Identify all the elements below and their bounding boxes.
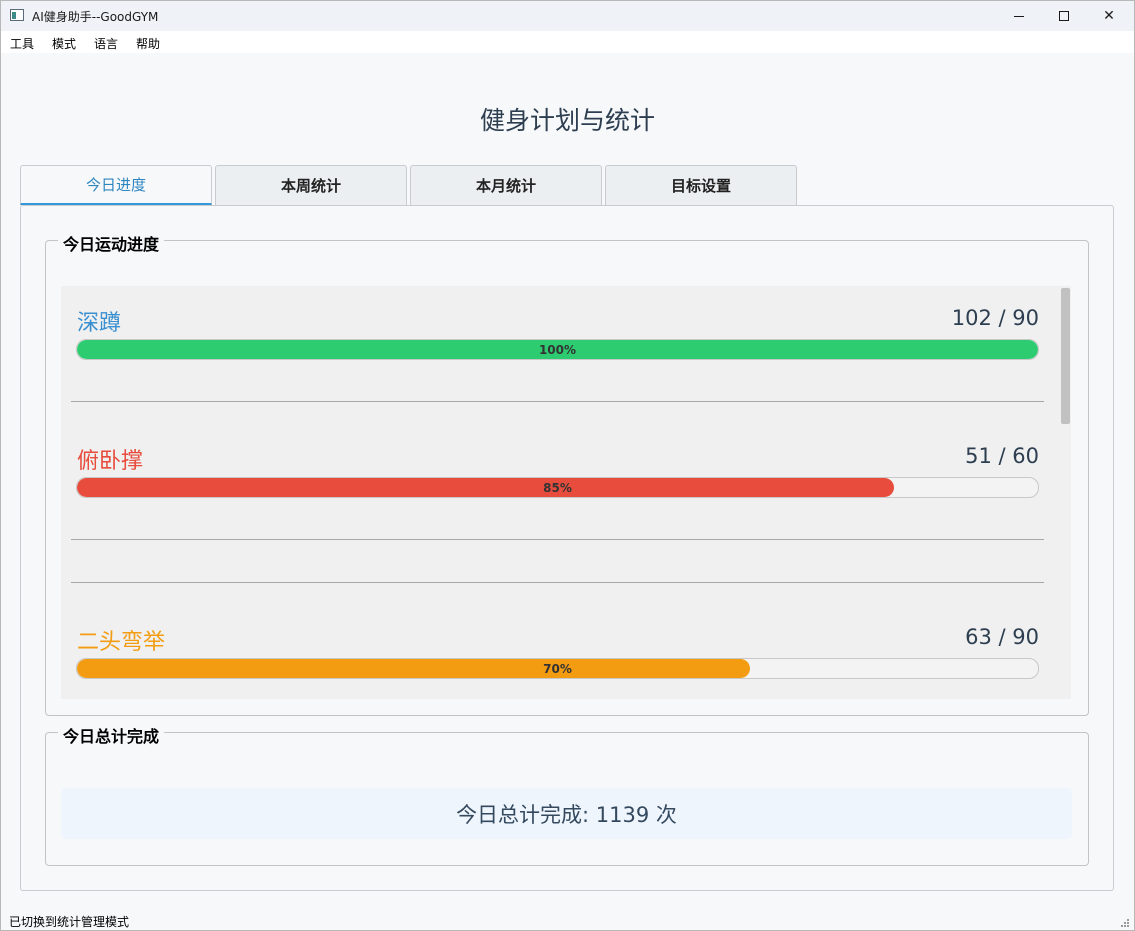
exercise-progress-bar: 100% xyxy=(76,339,1039,360)
menu-help[interactable]: 帮助 xyxy=(136,35,160,52)
tab-goal-settings[interactable]: 目标设置 xyxy=(605,165,797,205)
exercise-scroll-area[interactable]: 深蹲 102 / 90 100% 俯卧撑 51 / 60 85% 二头弯举 63… xyxy=(61,286,1071,699)
close-button[interactable]: ✕ xyxy=(1086,1,1132,31)
divider xyxy=(71,582,1044,583)
exercise-name: 深蹲 xyxy=(77,311,122,336)
vertical-scrollbar[interactable] xyxy=(1060,286,1071,699)
exercise-progress-bar: 85% xyxy=(76,477,1039,498)
app-icon xyxy=(10,9,24,21)
menu-bar: 工具 模式 语言 帮助 xyxy=(1,31,1134,53)
exercise-count: 63 / 90 xyxy=(965,625,1039,649)
tab-today-progress[interactable]: 今日进度 xyxy=(20,165,212,205)
tab-monthly-stats[interactable]: 本月统计 xyxy=(410,165,602,205)
progress-percent: 100% xyxy=(538,342,577,357)
divider xyxy=(71,401,1044,402)
app-window: AI健身助手--GoodGYM ✕ 工具 模式 语言 帮助 健身计划与统计 今日… xyxy=(0,0,1135,931)
tab-weekly-stats[interactable]: 本周统计 xyxy=(215,165,407,205)
menu-mode[interactable]: 模式 xyxy=(52,35,76,52)
progress-percent: 70% xyxy=(543,661,572,676)
maximize-button[interactable] xyxy=(1041,1,1087,31)
progress-group-title: 今日运动进度 xyxy=(58,231,165,255)
exercise-name: 二头弯举 xyxy=(77,630,166,655)
total-summary: 今日总计完成: 1139 次 xyxy=(61,788,1072,839)
resize-grip-icon[interactable] xyxy=(1121,919,1131,929)
exercise-count: 102 / 90 xyxy=(951,306,1039,330)
close-icon: ✕ xyxy=(1103,8,1115,24)
scrollbar-thumb[interactable] xyxy=(1061,288,1070,424)
exercise-count: 51 / 60 xyxy=(965,444,1039,468)
progress-percent: 85% xyxy=(543,480,572,495)
title-bar: AI健身助手--GoodGYM ✕ xyxy=(1,1,1134,31)
menu-language[interactable]: 语言 xyxy=(94,35,118,52)
exercise-progress-bar: 70% xyxy=(76,658,1039,679)
minimize-button[interactable] xyxy=(996,1,1042,31)
minimize-icon xyxy=(1014,15,1024,17)
total-group-title: 今日总计完成 xyxy=(58,723,165,747)
status-bar-message: 已切换到统计管理模式 xyxy=(9,915,130,929)
menu-tools[interactable]: 工具 xyxy=(10,35,34,52)
window-title: AI健身助手--GoodGYM xyxy=(32,10,159,24)
exercise-name: 俯卧撑 xyxy=(77,449,144,474)
page-title: 健身计划与统计 xyxy=(479,106,655,135)
divider xyxy=(71,539,1044,540)
maximize-icon xyxy=(1059,11,1069,21)
